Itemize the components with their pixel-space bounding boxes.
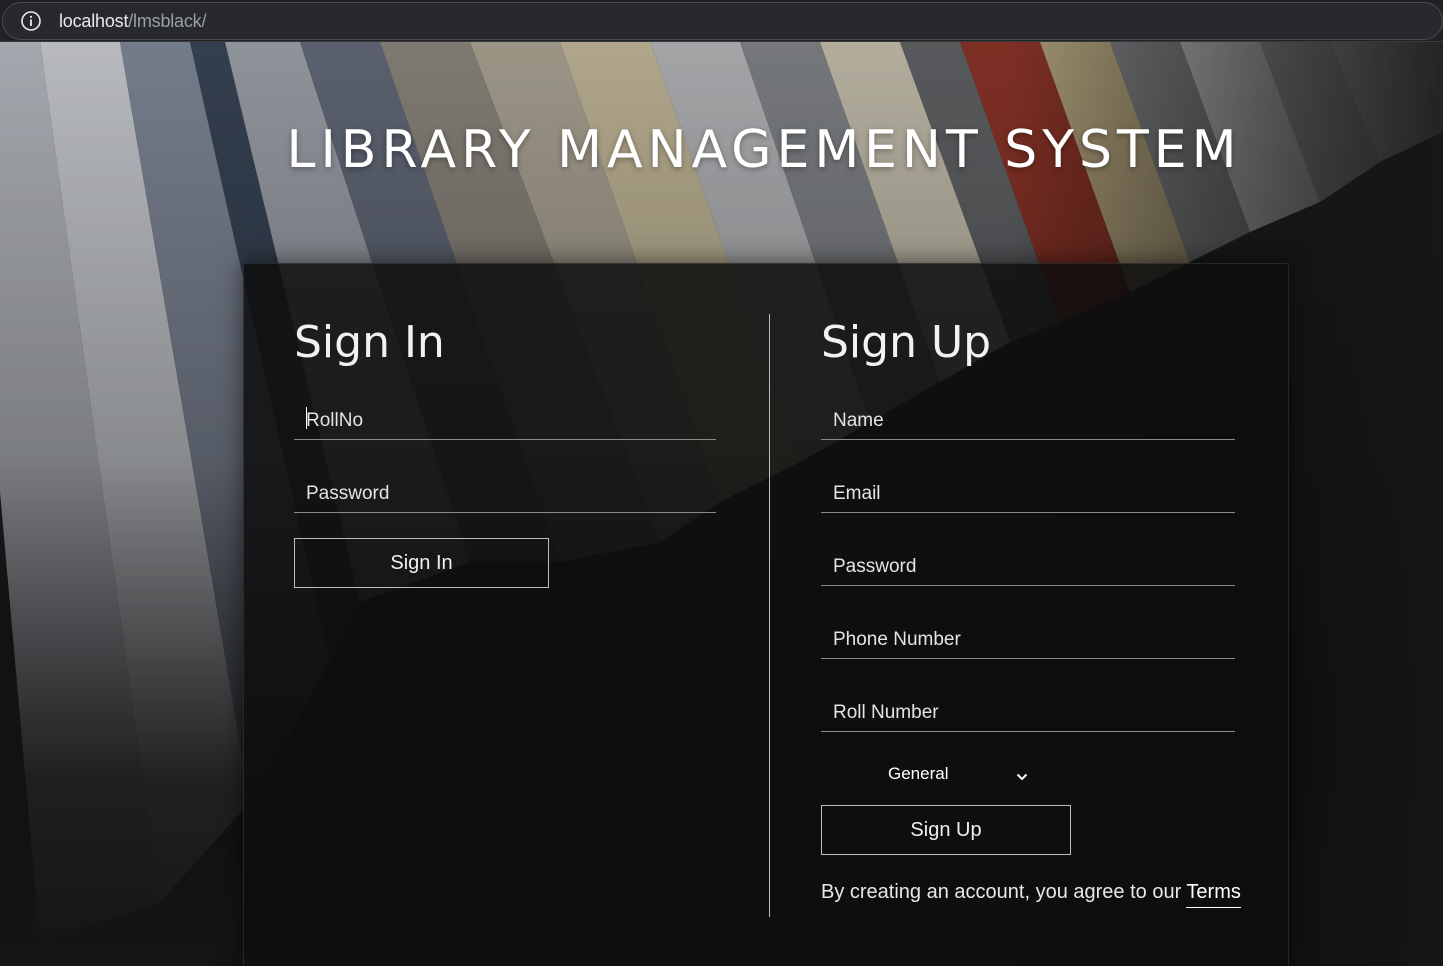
signup-password-field [821, 536, 1235, 586]
signin-password-field [294, 463, 716, 513]
browser-address-bar: localhost/lmsblack/ [0, 0, 1443, 42]
signup-password-input[interactable] [821, 536, 1235, 585]
info-icon[interactable] [20, 10, 42, 32]
signup-rollnumber-field [821, 682, 1235, 732]
name-input[interactable] [821, 390, 1235, 439]
auth-card: Sign In Sign In Sign Up General [243, 263, 1289, 966]
url-text: localhost/lmsblack/ [59, 11, 206, 32]
signin-button[interactable]: Sign In [294, 538, 549, 588]
terms-link[interactable]: Terms [1186, 881, 1241, 908]
email-input[interactable] [821, 463, 1235, 512]
text-caret [306, 407, 307, 429]
signin-title: Sign In [294, 317, 445, 368]
category-selected-value: General [888, 764, 949, 783]
site-title: LIBRARY MANAGEMENT SYSTEM [286, 120, 1242, 180]
phone-input[interactable] [821, 609, 1235, 658]
url-host: localhost [59, 10, 129, 31]
signup-title: Sign Up [821, 317, 992, 368]
signup-email-field [821, 463, 1235, 513]
url-path: /lmsblack/ [128, 10, 207, 31]
signin-rollno-field [294, 390, 716, 440]
signin-password-input[interactable] [294, 463, 716, 512]
column-divider [769, 314, 770, 917]
signup-name-field [821, 390, 1235, 440]
chevron-down-icon [1016, 768, 1028, 786]
terms-text: By creating an account, you agree to our [821, 881, 1187, 903]
category-select[interactable]: General [888, 759, 1028, 789]
url-field[interactable]: localhost/lmsblack/ [2, 2, 1443, 40]
signup-button[interactable]: Sign Up [821, 805, 1071, 855]
page-body: LIBRARY MANAGEMENT SYSTEM Sign In Sign I… [0, 42, 1443, 966]
rollnumber-input[interactable] [821, 682, 1235, 731]
rollno-input[interactable] [294, 390, 716, 439]
signup-phone-field [821, 609, 1235, 659]
terms-notice: By creating an account, you agree to our… [821, 881, 1241, 908]
